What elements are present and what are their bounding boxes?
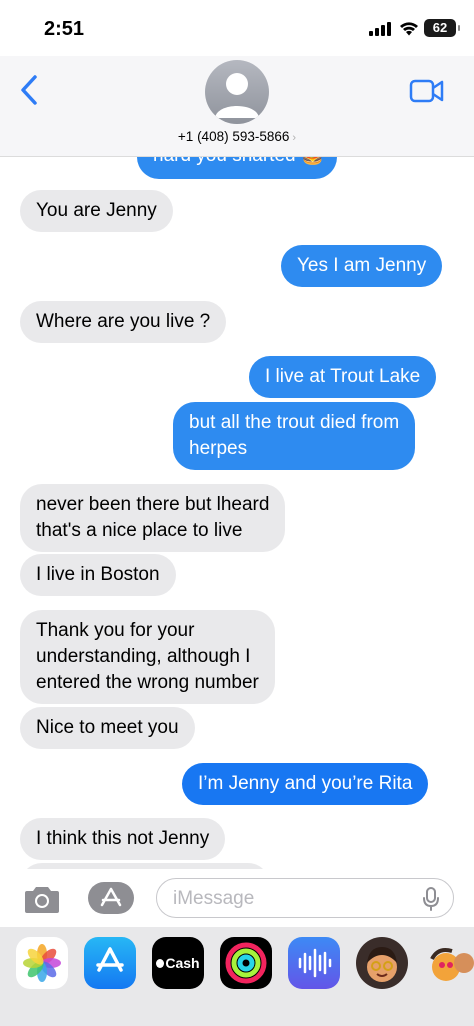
memoji-icon[interactable] (356, 937, 408, 989)
message-bubble-outgoing[interactable]: Yes I am Jenny (281, 245, 443, 287)
microphone-icon[interactable] (423, 887, 439, 911)
message-list[interactable]: hard you sharted 🍔 You are Jenny Yes I a… (0, 157, 474, 869)
fitness-activity-icon[interactable] (220, 937, 272, 989)
message-bubble-outgoing[interactable]: but all the trout died from herpes (173, 402, 416, 470)
app-store-icon (100, 887, 122, 907)
app-store-glyph-icon (96, 947, 124, 972)
imessage-app-tray: Cash (0, 927, 474, 1026)
app-store-tray-icon[interactable] (84, 937, 136, 989)
photos-flower-icon (23, 944, 61, 982)
message-bubble-outgoing[interactable]: hard you sharted 🍔 (137, 157, 337, 179)
message-bubble-incoming[interactable]: never been there but lheard that's a nic… (20, 484, 286, 552)
message-composer: iMessage (0, 869, 474, 927)
contact-avatar[interactable] (205, 60, 269, 124)
message-bubble-incoming[interactable]: I live in Boston (20, 554, 176, 596)
message-line: Thank you for your (36, 620, 195, 641)
message-bubble-incoming[interactable]: Thank you for your understanding, althou… (20, 610, 275, 704)
message-line: that's a nice place to live (36, 520, 243, 541)
message-bubble-outgoing[interactable]: I’m Jenny and you’re Rita (182, 763, 429, 805)
person-silhouette-icon (215, 73, 259, 118)
message-bubble-incoming[interactable]: You are Jenny (20, 190, 173, 232)
memoji-face-icon (367, 947, 397, 982)
message-line: herpes (189, 438, 248, 459)
cellular-signal-icon (369, 22, 391, 36)
contact-number: +1 (408) 593-5866 (177, 129, 290, 144)
apple-cash-label: Cash (165, 955, 200, 971)
status-bar: 2:51 62 (0, 0, 474, 56)
message-line: understanding, although I (36, 646, 251, 667)
message-bubble-incoming[interactable]: Nice to meet you (20, 707, 195, 749)
memoji-stickers-icon[interactable] (424, 937, 474, 989)
facetime-video-icon[interactable] (409, 78, 445, 104)
waveform-icon (298, 948, 332, 978)
message-line: never been there but lheard (36, 494, 270, 515)
photos-app-icon[interactable] (16, 937, 68, 989)
camera-icon[interactable] (22, 885, 62, 915)
message-bubble-incoming[interactable]: I think this not Jenny (20, 818, 226, 860)
imessage-input[interactable]: iMessage (156, 878, 454, 918)
message-line: entered the wrong number (36, 672, 259, 693)
audio-message-icon[interactable] (288, 937, 340, 989)
conversation-header: +1 (408) 593-5866 › (0, 56, 474, 157)
activity-rings-icon (225, 942, 267, 984)
message-line: but all the trout died from (189, 412, 400, 433)
app-store-apps-button[interactable] (88, 882, 134, 914)
message-bubble-outgoing[interactable]: I live at Trout Lake (249, 356, 437, 398)
apple-cash-icon[interactable]: Cash (152, 937, 204, 989)
sticker-faces-icon (430, 948, 474, 981)
apple-logo-icon (156, 959, 165, 968)
imessage-placeholder: iMessage (173, 888, 255, 909)
message-bubble-incoming[interactable]: Where are you live ? (20, 301, 227, 343)
chevron-right-icon: › (292, 132, 297, 144)
contact-name[interactable]: +1 (408) 593-5866 › (0, 129, 474, 144)
battery-icon: 62 (424, 19, 460, 37)
back-chevron-icon[interactable] (18, 74, 40, 106)
status-time: 2:51 (44, 18, 85, 40)
wifi-icon (400, 22, 418, 36)
